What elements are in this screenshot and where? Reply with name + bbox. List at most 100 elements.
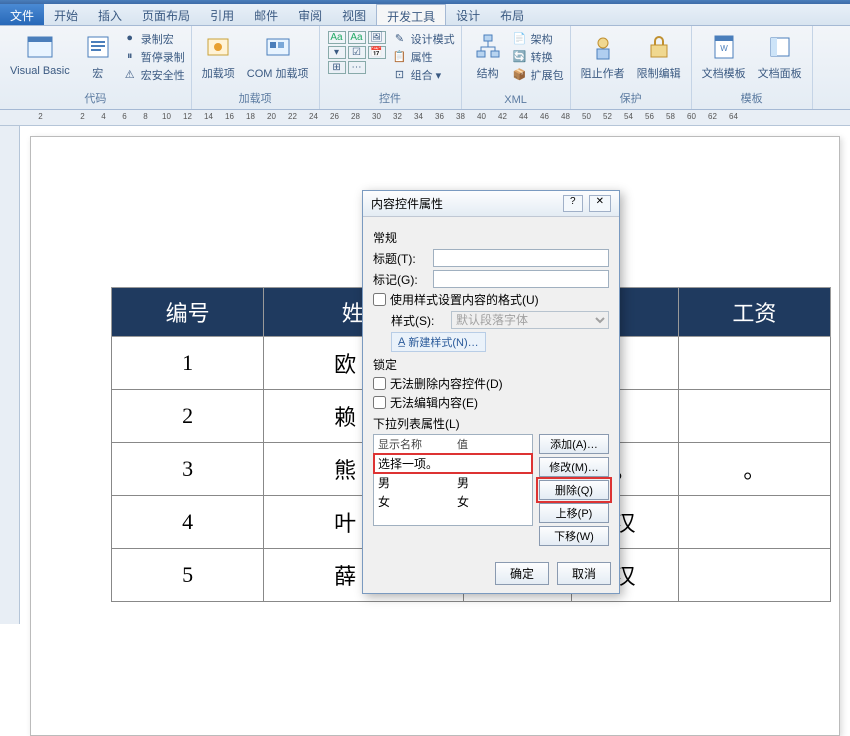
com-addin-button[interactable]: COM 加载项: [243, 29, 313, 83]
use-style-checkbox[interactable]: [373, 293, 386, 306]
no-edit-label: 无法编辑内容(E): [390, 394, 478, 411]
tab-view[interactable]: 视图: [332, 4, 376, 25]
close-button[interactable]: ✕: [589, 195, 611, 212]
section-lock: 锁定: [373, 356, 609, 373]
more-control-icon[interactable]: ⋯: [348, 61, 366, 74]
title-input[interactable]: [433, 249, 609, 267]
properties-button[interactable]: 📋 属性: [392, 49, 433, 66]
tab-table-layout[interactable]: 布局: [490, 4, 534, 25]
schema-button[interactable]: 📄 架构: [512, 31, 553, 48]
table-cell[interactable]: [678, 337, 830, 390]
dropdown-control-icon[interactable]: ☑: [348, 46, 366, 59]
combobox-control-icon[interactable]: ▾: [328, 46, 346, 59]
date-control-icon[interactable]: 📅: [368, 46, 386, 59]
richtext-control-icon[interactable]: Aa: [328, 31, 346, 44]
expand-button[interactable]: 📦 扩展包: [512, 67, 564, 84]
macro-button[interactable]: 宏: [78, 29, 118, 83]
record-macro-button[interactable]: ● 录制宏: [122, 31, 174, 48]
tab-review[interactable]: 审阅: [288, 4, 332, 25]
transform-button[interactable]: 🔄 转换: [512, 49, 553, 66]
list-header-name: 显示名称: [374, 435, 453, 453]
new-style-icon: A̲: [398, 336, 405, 348]
vb-icon: [24, 31, 56, 63]
menu-bar: 文件 开始 插入 页面布局 引用 邮件 审阅 视图 开发工具 设计 布局: [0, 4, 850, 26]
transform-icon: 🔄: [512, 50, 528, 66]
record-icon: ●: [122, 32, 138, 48]
table-cell[interactable]: 1: [112, 337, 264, 390]
table-cell[interactable]: 。: [678, 443, 830, 496]
doc-panel-button[interactable]: 文档面板: [754, 29, 806, 83]
tab-layout[interactable]: 页面布局: [132, 4, 200, 25]
table-cell[interactable]: 4: [112, 496, 264, 549]
horizontal-ruler[interactable]: 2246810121416182022242628303234363840424…: [0, 110, 850, 126]
tab-mail[interactable]: 邮件: [244, 4, 288, 25]
table-cell[interactable]: [678, 549, 830, 602]
table-cell[interactable]: 5: [112, 549, 264, 602]
dialog-title-text: 内容控件属性: [371, 195, 443, 212]
addin-button[interactable]: 加载项: [198, 29, 239, 83]
no-delete-checkbox[interactable]: [373, 377, 386, 390]
group-label-xml: XML: [468, 92, 564, 106]
table-cell[interactable]: [678, 390, 830, 443]
section-dropdown: 下拉列表属性(L): [373, 415, 609, 432]
ribbon-group-template: W 文档模板 文档面板 模板: [692, 26, 813, 109]
design-mode-button[interactable]: ✎ 设计模式: [392, 31, 455, 48]
tab-references[interactable]: 引用: [200, 4, 244, 25]
structure-button[interactable]: 结构: [468, 29, 508, 83]
table-cell[interactable]: 3: [112, 443, 264, 496]
expand-icon: 📦: [512, 68, 528, 84]
no-edit-checkbox[interactable]: [373, 396, 386, 409]
table-header[interactable]: 编号: [112, 288, 264, 337]
legacy-control-icon[interactable]: ⊞: [328, 61, 346, 74]
list-item[interactable]: 女女: [374, 492, 532, 511]
tab-file[interactable]: 文件: [0, 4, 44, 25]
block-authors-button[interactable]: 阻止作者: [577, 29, 629, 83]
tab-design[interactable]: 设计: [446, 4, 490, 25]
cancel-button[interactable]: 取消: [557, 562, 611, 585]
dropdown-listbox[interactable]: 显示名称值 选择一项。 男男 女女: [373, 434, 533, 526]
tag-label: 标记(G):: [373, 271, 427, 288]
style-label: 样式(S):: [391, 312, 445, 329]
move-up-button[interactable]: 上移(P): [539, 503, 609, 523]
vertical-ruler[interactable]: [0, 126, 20, 624]
modify-button[interactable]: 修改(M)…: [539, 457, 609, 477]
group-button[interactable]: ⊡ 组合 ▾: [392, 67, 442, 84]
tag-input[interactable]: [433, 270, 609, 288]
controls-gallery[interactable]: Aa Aa 🖼 ▾ ☑ 📅 ⊞ ⋯: [326, 29, 388, 76]
new-style-button[interactable]: A̲新建样式(N)…: [391, 332, 486, 352]
list-item[interactable]: 男男: [374, 473, 532, 492]
design-icon: ✎: [392, 32, 408, 48]
macro-security-button[interactable]: ⚠ 宏安全性: [122, 67, 185, 84]
style-select[interactable]: 默认段落字体: [451, 311, 609, 329]
add-button[interactable]: 添加(A)…: [539, 434, 609, 454]
table-cell[interactable]: 2: [112, 390, 264, 443]
tab-home[interactable]: 开始: [44, 4, 88, 25]
dialog-titlebar[interactable]: 内容控件属性 ? ✕: [363, 191, 619, 217]
content-control-properties-dialog: 内容控件属性 ? ✕ 常规 标题(T): 标记(G): 使用样式设置内容的格式(…: [362, 190, 620, 594]
list-item[interactable]: 选择一项。: [374, 454, 532, 473]
doc-template-button[interactable]: W 文档模板: [698, 29, 750, 83]
title-label: 标题(T):: [373, 250, 427, 267]
pause-icon: ⏸: [122, 50, 138, 66]
group-icon: ⊡: [392, 68, 408, 84]
picture-control-icon[interactable]: 🖼: [368, 31, 386, 44]
addin-icon: [202, 31, 234, 63]
move-down-button[interactable]: 下移(W): [539, 526, 609, 546]
delete-button[interactable]: 删除(Q): [539, 480, 609, 500]
restrict-edit-button[interactable]: 限制编辑: [633, 29, 685, 83]
panel-icon: [764, 31, 796, 63]
vb-button[interactable]: Visual Basic: [6, 29, 74, 79]
help-button[interactable]: ?: [563, 195, 583, 212]
ribbon-group-controls: Aa Aa 🖼 ▾ ☑ 📅 ⊞ ⋯ ✎ 设计模式 📋 属性 ⊡ 组合 ▾ 控件: [320, 26, 462, 109]
tab-developer[interactable]: 开发工具: [376, 4, 446, 25]
plaintext-control-icon[interactable]: Aa: [348, 31, 366, 44]
structure-icon: [472, 31, 504, 63]
ok-button[interactable]: 确定: [495, 562, 549, 585]
section-general: 常规: [373, 229, 609, 246]
table-header[interactable]: 工资: [678, 288, 830, 337]
ribbon-group-code: Visual Basic 宏 ● 录制宏 ⏸ 暂停录制 ⚠ 宏安全性 代码: [0, 26, 192, 109]
table-cell[interactable]: [678, 496, 830, 549]
pause-record-button[interactable]: ⏸ 暂停录制: [122, 49, 185, 66]
vb-label: Visual Basic: [10, 65, 70, 77]
tab-insert[interactable]: 插入: [88, 4, 132, 25]
